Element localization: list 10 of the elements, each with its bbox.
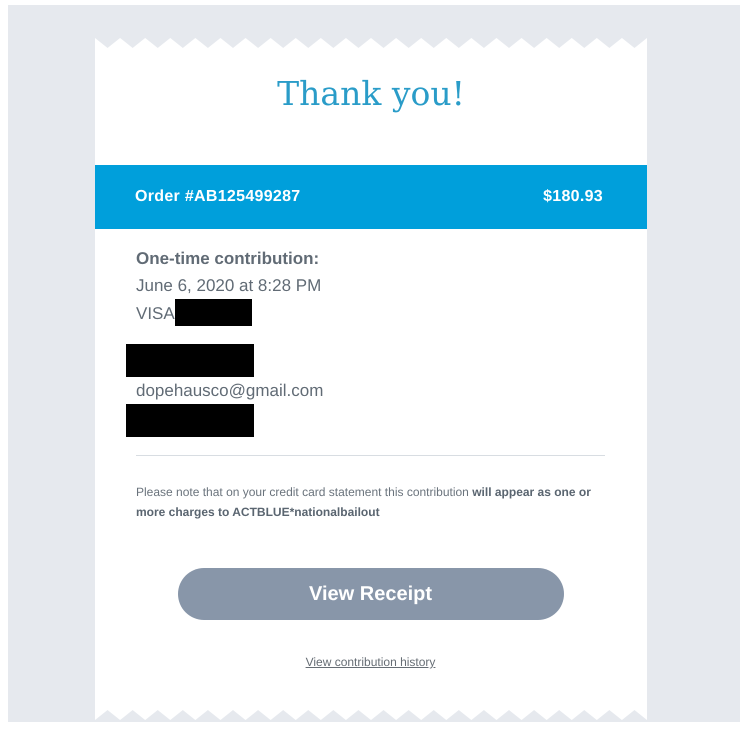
order-number: Order #AB125499287 <box>135 187 301 207</box>
detail-line: June 6, 2020 at 8:28 PM <box>136 275 322 297</box>
card-type: VISA <box>136 304 175 323</box>
contribution-history-link[interactable]: View contribution history <box>306 654 436 670</box>
view-receipt-button[interactable]: View Receipt <box>178 568 564 620</box>
statement-note: Please note that on your credit card statement this contribution will appear as one or more charges to ACTBLUE*nationalbailout <box>136 484 592 521</box>
thank-you-title: Thank you! <box>276 73 466 115</box>
order-amount: $180.93 <box>543 187 603 207</box>
detail-line: dopehausco@gmail.com <box>136 380 324 402</box>
contribution-heading: One-time contribution: <box>136 248 320 270</box>
